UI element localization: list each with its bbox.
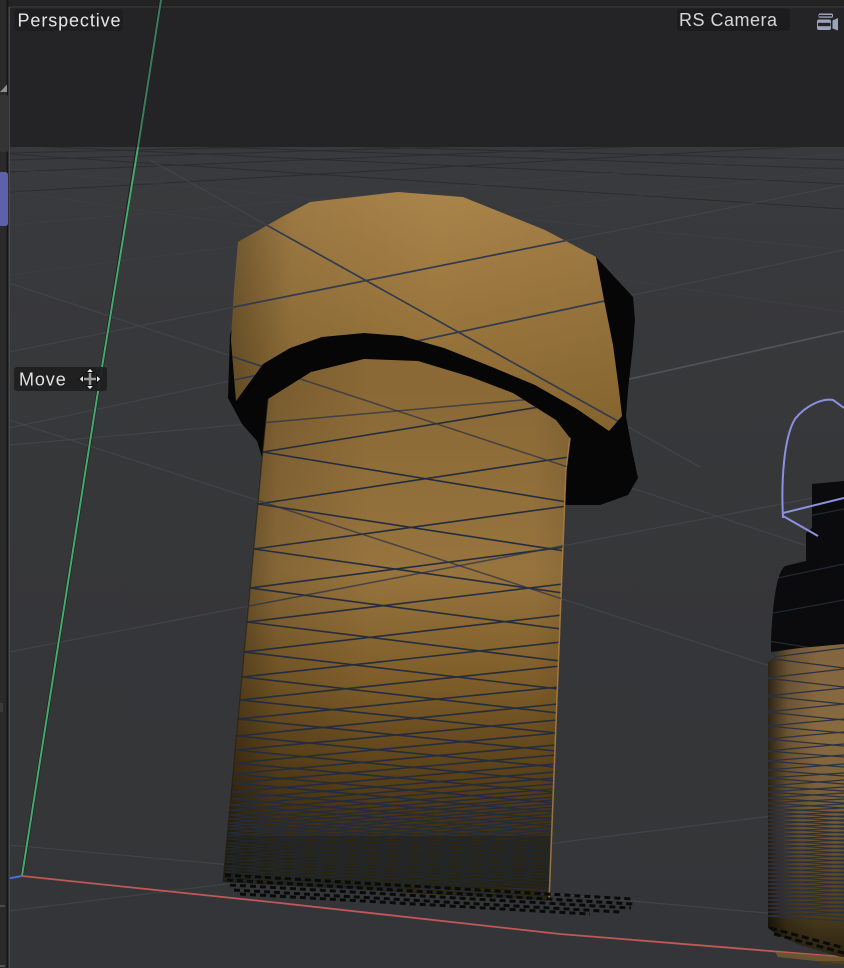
svg-text:Move: Move — [19, 370, 67, 390]
svg-text:Perspective: Perspective — [18, 11, 122, 31]
svg-text:RS Camera: RS Camera — [679, 10, 778, 30]
